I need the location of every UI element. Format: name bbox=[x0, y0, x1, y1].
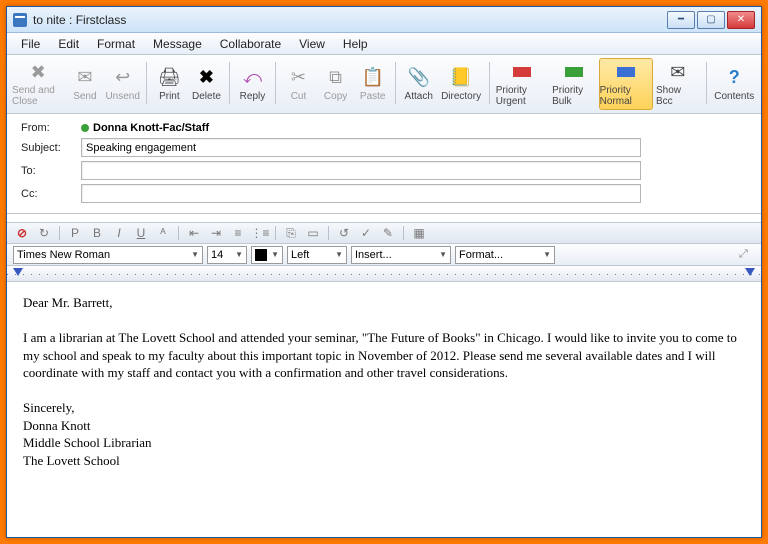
paste-icon: 📋 bbox=[362, 67, 384, 89]
size-combo[interactable]: 14▼ bbox=[207, 246, 247, 264]
cut-icon: ✂ bbox=[287, 67, 309, 89]
copy-icon: ⧉ bbox=[325, 67, 347, 89]
ruler[interactable] bbox=[7, 266, 761, 282]
color-combo[interactable]: ▼ bbox=[251, 246, 283, 264]
align-combo[interactable]: Left▼ bbox=[287, 246, 347, 264]
subject-label: Subject: bbox=[21, 142, 81, 154]
italic-icon[interactable]: I bbox=[110, 224, 128, 242]
cut-button[interactable]: ✂Cut bbox=[281, 58, 316, 110]
body-paragraph: I am a librarian at The Lovett School an… bbox=[23, 329, 745, 382]
format-combo[interactable]: Format...▼ bbox=[455, 246, 555, 264]
attach-button[interactable]: 📎Attach bbox=[401, 58, 436, 110]
send-button[interactable]: ✉Send bbox=[67, 58, 102, 110]
body-sign-2: Donna Knott bbox=[23, 417, 745, 435]
body-greeting: Dear Mr. Barrett, bbox=[23, 294, 745, 312]
send-icon: ✉ bbox=[74, 67, 96, 89]
menu-edit[interactable]: Edit bbox=[50, 35, 87, 53]
minimize-button[interactable]: ━ bbox=[667, 11, 695, 29]
insert-image-icon[interactable]: ▭ bbox=[304, 224, 322, 242]
show-bcc-button[interactable]: ✉Show Bcc bbox=[655, 58, 701, 110]
close-button[interactable]: ✕ bbox=[727, 11, 755, 29]
chevron-down-icon: ▼ bbox=[439, 250, 447, 259]
chevron-down-icon: ▼ bbox=[543, 250, 551, 259]
font-combo[interactable]: Times New Roman▼ bbox=[13, 246, 203, 264]
menu-message[interactable]: Message bbox=[145, 35, 210, 53]
chevron-down-icon: ▼ bbox=[235, 250, 243, 259]
reply-button[interactable]: ⤺Reply bbox=[235, 58, 270, 110]
indent-icon[interactable]: ⇥ bbox=[207, 224, 225, 242]
insert-combo[interactable]: Insert...▼ bbox=[351, 246, 451, 264]
cc-input[interactable] bbox=[81, 184, 641, 203]
flag-red-icon bbox=[511, 61, 533, 83]
app-icon bbox=[13, 13, 27, 27]
body-sign-3: Middle School Librarian bbox=[23, 434, 745, 452]
reply-icon: ⤺ bbox=[241, 67, 263, 89]
window-title: to nite : Firstclass bbox=[33, 13, 667, 27]
message-body-editor[interactable]: Dear Mr. Barrett, I am a librarian at Th… bbox=[7, 282, 761, 537]
unsend-button[interactable]: ↩Unsend bbox=[104, 58, 140, 110]
delete-button[interactable]: ✖Delete bbox=[189, 58, 224, 110]
menubar: File Edit Format Message Collaborate Vie… bbox=[7, 33, 761, 55]
para-plain-icon[interactable]: P bbox=[66, 224, 84, 242]
list-number-icon[interactable]: ⋮≡ bbox=[251, 224, 269, 242]
maximize-button[interactable]: ▢ bbox=[697, 11, 725, 29]
menu-view[interactable]: View bbox=[291, 35, 333, 53]
menu-file[interactable]: File bbox=[13, 35, 48, 53]
send-and-close-button[interactable]: ✖Send and Close bbox=[11, 58, 65, 110]
attach-icon: 📎 bbox=[408, 67, 430, 89]
more-icon[interactable]: ▦ bbox=[410, 224, 428, 242]
format-toolbar-2: Times New Roman▼ 14▼ ▼ Left▼ Insert...▼ … bbox=[7, 244, 761, 266]
directory-button[interactable]: 📒Directory bbox=[438, 58, 484, 110]
app-window: to nite : Firstclass ━ ▢ ✕ File Edit For… bbox=[6, 6, 762, 538]
color-swatch bbox=[255, 249, 267, 261]
directory-icon: 📒 bbox=[450, 67, 472, 89]
flag-green-icon bbox=[563, 61, 585, 83]
expand-icon[interactable]: ⤢ bbox=[739, 248, 755, 261]
send-close-icon: ✖ bbox=[27, 61, 49, 83]
from-label: From: bbox=[21, 122, 81, 134]
print-button[interactable]: 🖨Print bbox=[152, 58, 187, 110]
outdent-icon[interactable]: ⇤ bbox=[185, 224, 203, 242]
insert-link-icon[interactable]: ⎘ bbox=[282, 224, 300, 242]
body-sign-1: Sincerely, bbox=[23, 399, 745, 417]
main-toolbar: ✖Send and Close ✉Send ↩Unsend 🖨Print ✖De… bbox=[7, 55, 761, 114]
chevron-down-icon: ▼ bbox=[271, 250, 279, 259]
format-toolbar-1: ⊘ ↻ P B I U ᴬ ⇤ ⇥ ≡ ⋮≡ ⎘ ▭ ↺ ✓ ✎ ▦ bbox=[7, 222, 761, 244]
priority-bulk-button[interactable]: Priority Bulk bbox=[551, 58, 597, 110]
print-icon: 🖨 bbox=[158, 67, 180, 89]
from-value: Donna Knott-Fac/Staff bbox=[81, 122, 747, 134]
undo-icon[interactable]: ↻ bbox=[35, 224, 53, 242]
chevron-down-icon: ▼ bbox=[335, 250, 343, 259]
font-icon[interactable]: ᴬ bbox=[154, 224, 172, 242]
titlebar: to nite : Firstclass ━ ▢ ✕ bbox=[7, 7, 761, 33]
menu-collaborate[interactable]: Collaborate bbox=[212, 35, 289, 53]
brush-icon[interactable]: ✎ bbox=[379, 224, 397, 242]
record-icon[interactable]: ⊘ bbox=[13, 224, 31, 242]
priority-normal-button[interactable]: Priority Normal bbox=[599, 58, 653, 110]
menu-help[interactable]: Help bbox=[335, 35, 376, 53]
chevron-down-icon: ▼ bbox=[191, 250, 199, 259]
list-bullet-icon[interactable]: ≡ bbox=[229, 224, 247, 242]
underline-icon[interactable]: U bbox=[132, 224, 150, 242]
to-label: To: bbox=[21, 165, 81, 177]
paste-button[interactable]: 📋Paste bbox=[355, 58, 390, 110]
redo-icon[interactable]: ↺ bbox=[335, 224, 353, 242]
check-icon[interactable]: ✓ bbox=[357, 224, 375, 242]
subject-input[interactable] bbox=[81, 138, 641, 157]
unsend-icon: ↩ bbox=[112, 67, 134, 89]
flag-blue-icon bbox=[615, 61, 637, 83]
bcc-icon: ✉ bbox=[667, 61, 689, 83]
message-header: From: Donna Knott-Fac/Staff Subject: To:… bbox=[7, 114, 761, 214]
body-sign-4: The Lovett School bbox=[23, 452, 745, 470]
priority-urgent-button[interactable]: Priority Urgent bbox=[495, 58, 549, 110]
bold-icon[interactable]: B bbox=[88, 224, 106, 242]
copy-button[interactable]: ⧉Copy bbox=[318, 58, 353, 110]
help-icon: ? bbox=[723, 67, 745, 89]
menu-format[interactable]: Format bbox=[89, 35, 143, 53]
contents-button[interactable]: ?Contents bbox=[711, 58, 757, 110]
delete-icon: ✖ bbox=[195, 67, 217, 89]
to-input[interactable] bbox=[81, 161, 641, 180]
cc-label: Cc: bbox=[21, 188, 81, 200]
